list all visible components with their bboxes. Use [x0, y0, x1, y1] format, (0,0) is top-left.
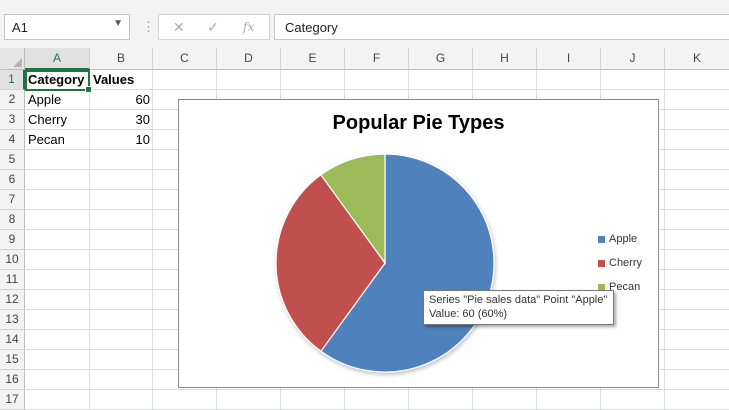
formula-input[interactable]: Category	[274, 14, 729, 40]
row-header-11[interactable]: 11	[0, 270, 25, 290]
row-header-2[interactable]: 2	[0, 90, 25, 110]
legend-swatch	[598, 260, 605, 267]
cell-category[interactable]: Apple	[25, 90, 90, 110]
column-header-j[interactable]: J	[601, 48, 665, 70]
row-header-15[interactable]: 15	[0, 350, 25, 370]
enter-icon[interactable]: ✓	[207, 19, 219, 36]
cell-value[interactable]: 60	[90, 90, 153, 110]
cell-value[interactable]: 10	[90, 130, 153, 150]
chevron-down-icon[interactable]: ▼	[113, 18, 123, 29]
column-header-g[interactable]: G	[409, 48, 473, 70]
cell-category[interactable]: Pecan	[25, 130, 90, 150]
select-all-button[interactable]	[0, 48, 25, 70]
insert-function-icon[interactable]: fx	[243, 20, 254, 34]
column-header-i[interactable]: I	[537, 48, 601, 70]
legend-swatch	[598, 236, 605, 243]
name-box-value: A1	[12, 20, 28, 35]
name-box[interactable]: A1 ▼	[4, 14, 130, 40]
row-header-6[interactable]: 6	[0, 170, 25, 190]
row-header-17[interactable]: 17	[0, 390, 25, 410]
row-header-10[interactable]: 10	[0, 250, 25, 270]
column-header-a[interactable]: A	[25, 48, 90, 70]
formula-bar: A1 ▼ ⋮ ✕ ✓ fx Category	[0, 4, 729, 48]
drag-handle-icon[interactable]: ⋮	[142, 19, 155, 35]
column-header-k[interactable]: K	[665, 48, 729, 70]
active-cell-selection[interactable]	[25, 70, 92, 93]
tooltip-series-line: Series "Pie sales data" Point "Apple"	[429, 294, 608, 306]
fill-handle[interactable]	[85, 86, 92, 93]
formula-buttons: ✕ ✓ fx	[158, 14, 270, 40]
cell-value[interactable]: 30	[90, 110, 153, 130]
row-header-1[interactable]: 1	[0, 70, 25, 90]
row-header-9[interactable]: 9	[0, 230, 25, 250]
column-header-c[interactable]: C	[153, 48, 217, 70]
legend-label: Cherry	[609, 257, 643, 269]
row-header-3[interactable]: 3	[0, 110, 25, 130]
column-header-h[interactable]: H	[473, 48, 537, 70]
row-header-14[interactable]: 14	[0, 330, 25, 350]
row-header-7[interactable]: 7	[0, 190, 25, 210]
column-header-b[interactable]: B	[90, 48, 153, 70]
column-header-d[interactable]: D	[217, 48, 281, 70]
tooltip-value-line: Value: 60 (60%)	[429, 308, 508, 320]
pie-slices[interactable]	[275, 153, 495, 373]
row-header-4[interactable]: 4	[0, 130, 25, 150]
legend-label: Apple	[609, 233, 638, 245]
row-header-12[interactable]: 12	[0, 290, 25, 310]
pie-plot-area[interactable]	[179, 100, 658, 387]
header-cell-values[interactable]: Values	[90, 70, 153, 90]
row-header-8[interactable]: 8	[0, 210, 25, 230]
column-header-f[interactable]: F	[345, 48, 409, 70]
cancel-icon[interactable]: ✕	[173, 19, 185, 36]
chart-tooltip: Series "Pie sales data" Point "Apple" Va…	[423, 290, 615, 325]
row-header-13[interactable]: 13	[0, 310, 25, 330]
cell-category[interactable]: Cherry	[25, 110, 90, 130]
row-gridline	[25, 389, 729, 390]
column-header-e[interactable]: E	[281, 48, 345, 70]
row-header-5[interactable]: 5	[0, 150, 25, 170]
row-header-16[interactable]: 16	[0, 370, 25, 390]
formula-content: Category	[285, 20, 338, 35]
column-gridline	[664, 70, 665, 410]
pie-chart[interactable]: Popular Pie Types Apple Cherry Pecan	[178, 99, 659, 388]
